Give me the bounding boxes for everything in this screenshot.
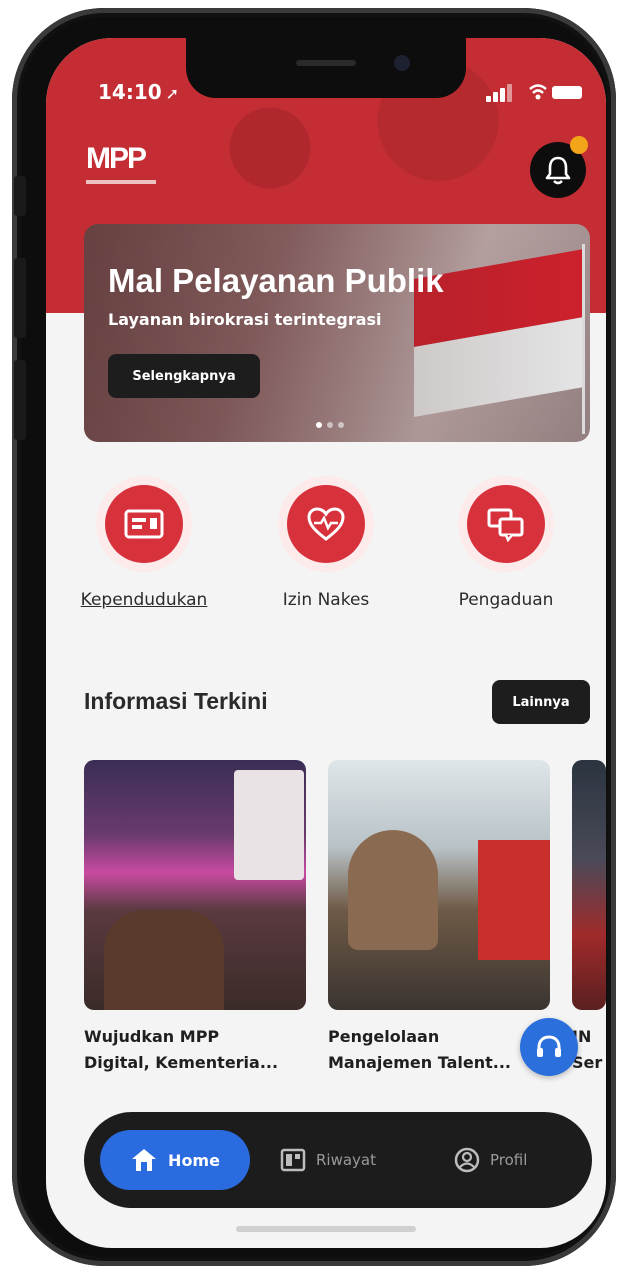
banner-title: Mal Pelayanan Publik xyxy=(108,262,444,299)
wifi-icon xyxy=(529,84,547,100)
status-icons xyxy=(486,82,582,102)
hero-banner[interactable]: Mal Pelayanan Publik Layanan birokrasi t… xyxy=(84,224,590,442)
news-title-line: Manajemen Talent... xyxy=(328,1053,511,1072)
news-image xyxy=(572,760,606,1010)
news-title: Pengelolaan Manajemen Talent... xyxy=(328,1024,550,1076)
banner-subtitle: Layanan birokrasi terintegrasi xyxy=(108,310,382,329)
news-image xyxy=(328,760,550,1010)
profile-icon xyxy=(454,1147,480,1173)
bottom-navigation: Home Riwayat Profil xyxy=(84,1112,592,1208)
speaker xyxy=(296,60,356,66)
news-image-detail xyxy=(234,770,304,880)
news-title-line: Pengelolaan xyxy=(328,1027,440,1046)
location-arrow-icon: ➚ xyxy=(165,84,180,103)
signal-bar xyxy=(493,92,498,102)
notification-badge xyxy=(570,136,588,154)
logo-text: MPP xyxy=(86,142,147,175)
battery-icon xyxy=(552,86,582,99)
chat-bubbles-icon xyxy=(487,508,524,542)
news-card[interactable]: Wujudkan MPP Digital, Kementeria... xyxy=(84,760,306,1076)
service-izin-nakes[interactable]: Izin Nakes xyxy=(236,476,416,636)
service-label: Pengaduan xyxy=(458,590,554,610)
service-label: Kependudukan xyxy=(80,590,208,610)
heart-pulse-icon xyxy=(307,507,345,541)
news-image-detail xyxy=(348,830,438,950)
more-button[interactable]: Lainnya xyxy=(492,680,590,724)
news-image xyxy=(84,760,306,1010)
notch xyxy=(186,38,466,98)
carousel-dot[interactable] xyxy=(327,422,333,428)
home-indicator xyxy=(236,1226,416,1232)
nav-home-label: Home xyxy=(168,1150,220,1170)
service-icon-circle xyxy=(105,485,183,563)
app-screen: 14:10 ➚ MPP Mal Pelayanan Publik Layanan… xyxy=(46,38,606,1248)
phone-frame: 14:10 ➚ MPP Mal Pelayanan Publik Layanan… xyxy=(12,8,616,1266)
service-icon-ring xyxy=(458,476,554,572)
news-card[interactable]: Pengelolaan Manajemen Talent... xyxy=(328,760,550,1076)
news-image-detail xyxy=(478,840,550,960)
headset-icon xyxy=(537,1035,561,1057)
banner-shade xyxy=(84,224,590,442)
news-image-detail xyxy=(104,910,224,1010)
bell-icon xyxy=(545,156,571,185)
carousel-dot[interactable] xyxy=(338,422,344,428)
carousel-dot[interactable] xyxy=(316,422,322,428)
news-title: Wujudkan MPP Digital, Kementeria... xyxy=(84,1024,306,1076)
front-camera xyxy=(394,55,410,71)
news-card[interactable]: IN Ser xyxy=(572,760,606,1076)
carousel-indicator xyxy=(316,422,344,428)
service-icon-ring xyxy=(278,476,374,572)
status-time: 14:10 ➚ xyxy=(98,80,179,104)
logo-subtitle-line xyxy=(86,180,156,184)
support-button[interactable] xyxy=(520,1018,578,1076)
status-time-text: 14:10 xyxy=(98,80,162,104)
learn-more-button[interactable]: Selengkapnya xyxy=(108,354,260,398)
volume-up-button xyxy=(14,258,26,338)
service-pengaduan[interactable]: Pengaduan xyxy=(416,476,596,636)
nav-home[interactable]: Home xyxy=(100,1130,250,1190)
home-icon xyxy=(132,1149,157,1171)
nav-profile-label: Profil xyxy=(490,1151,528,1169)
signal-icon xyxy=(486,96,491,102)
volume-down-button xyxy=(14,360,26,440)
service-icon-ring xyxy=(96,476,192,572)
nav-history-label: Riwayat xyxy=(316,1151,376,1169)
service-icon-circle xyxy=(467,485,545,563)
section-title: Informasi Terkini xyxy=(84,688,268,714)
news-title-line: Digital, Kementeria... xyxy=(84,1053,279,1072)
mpp-logo: MPP xyxy=(86,142,166,194)
history-icon xyxy=(280,1148,306,1172)
nav-profile[interactable]: Profil xyxy=(454,1130,527,1190)
id-card-icon xyxy=(124,509,164,539)
signal-bar xyxy=(500,88,505,102)
service-label: Izin Nakes xyxy=(282,590,370,610)
nav-history[interactable]: Riwayat xyxy=(280,1130,376,1190)
service-icon-circle xyxy=(287,485,365,563)
signal-bar xyxy=(507,84,512,102)
mute-switch xyxy=(14,176,26,216)
news-title-line: Wujudkan MPP xyxy=(84,1027,220,1046)
service-kependudukan[interactable]: Kependudukan xyxy=(54,476,234,636)
